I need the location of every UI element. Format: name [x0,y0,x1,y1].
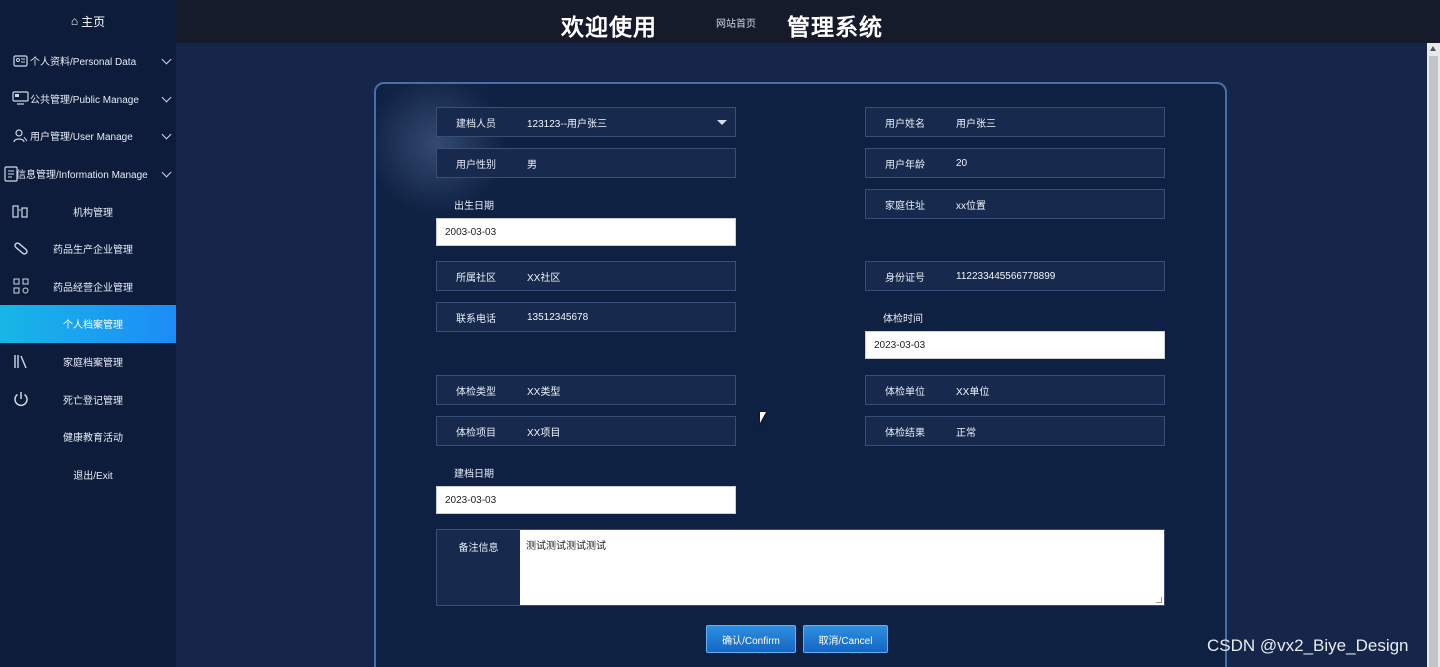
resize-grip-icon[interactable] [1156,597,1162,603]
field-label: 体检项目 [456,427,496,439]
field-value: 112233445566778899 [956,270,1056,282]
sidebar-item-label: 个人档案管理 [63,320,123,332]
confirm-button[interactable]: 确认/Confirm [706,625,796,653]
field-value: 13512345678 [527,311,589,323]
sidebar-item-exit[interactable]: 退出/Exit [0,456,176,494]
field-value: 20 [956,157,968,169]
exam-time-label: 体检时间 [883,314,923,325]
sidebar-item-label: 信息管理/Information Manage [16,170,148,182]
system-title: 管理系统 [787,14,883,40]
birth-date-label: 出生日期 [454,201,494,212]
field-value: 男 [527,159,537,171]
sidebar-item-personal-data[interactable]: 个人资料/Personal Data [0,42,176,80]
filing-date-input[interactable]: 2023-03-03 [436,486,736,514]
id-card-icon [12,52,29,69]
field-label: 所属社区 [456,272,496,284]
notes-field: 备注信息 测试测试测试测试 [436,529,1165,606]
field-value: XX类型 [527,386,561,398]
sidebar-item-health-education[interactable]: 健康教育活动 [0,418,176,456]
sidebar-home[interactable]: ⌂ 主页 [0,0,176,42]
field-label: 建档人员 [456,118,496,130]
sidebar-item-public-manage[interactable]: 公共管理/Public Manage [0,80,176,118]
sidebar-item-information-manage[interactable]: 信息管理/Information Manage [0,155,176,193]
scrollbar[interactable] [1427,43,1440,667]
grid-icon [12,278,29,295]
scrollbar-thumb[interactable] [1429,56,1438,667]
field-value: 正常 [956,427,976,439]
field-value: XX项目 [527,427,561,439]
sidebar-item-label: 健康教育活动 [63,433,123,445]
power-icon [12,391,29,408]
mouse-cursor-icon [760,412,766,423]
id-number-field[interactable]: 身份证号 112233445566778899 [865,261,1165,291]
field-label: 身份证号 [885,272,925,284]
field-value: XX社区 [527,272,561,284]
top-bar: 欢迎使用 网站首页 管理系统 [176,0,1440,43]
cancel-button[interactable]: 取消/Cancel [803,625,888,653]
monitor-icon [12,90,29,107]
field-label: 家庭住址 [885,200,925,212]
field-label: 体检结果 [885,427,925,439]
exam-type-field[interactable]: 体检类型 XX类型 [436,375,736,405]
age-field[interactable]: 用户年龄 20 [865,148,1165,178]
field-value: xx位置 [956,200,986,212]
sidebar: ⌂ 主页 个人资料/Personal Data 公共管理/Public Mana… [0,0,176,667]
field-value: 用户张三 [956,118,996,130]
notes-text: 测试测试测试测试 [526,541,606,552]
gender-field[interactable]: 用户性别 男 [436,148,736,178]
watermark: CSDN @vx2_Biye_Design [1207,636,1409,655]
sidebar-item-personal-archive[interactable]: 个人档案管理 [0,305,176,343]
sidebar-item-death-registration[interactable]: 死亡登记管理 [0,380,176,418]
field-label: 体检类型 [456,386,496,398]
exam-result-field[interactable]: 体检结果 正常 [865,416,1165,446]
notes-label: 备注信息 [437,530,520,605]
field-label: 用户姓名 [885,118,925,130]
sidebar-item-institution[interactable]: 机构管理 [0,192,176,230]
field-value: XX单位 [956,386,990,398]
exam-time-input[interactable]: 2023-03-03 [865,331,1165,359]
field-label: 用户性别 [456,159,496,171]
field-label: 联系电话 [456,313,496,325]
books-icon [12,353,29,370]
birth-date-input[interactable]: 2003-03-03 [436,218,736,246]
building-icon [12,203,29,220]
welcome-title: 欢迎使用 [561,14,657,40]
home-icon: ⌂ [70,14,79,28]
pill-icon [12,240,29,257]
phone-field[interactable]: 联系电话 13512345678 [436,302,736,332]
filing-person-select[interactable]: 建档人员 123123--用户张三 [436,107,736,137]
user-name-field[interactable]: 用户姓名 用户张三 [865,107,1165,137]
filing-date-label: 建档日期 [454,469,494,480]
notes-textarea[interactable]: 测试测试测试测试 [520,530,1164,605]
sidebar-item-drug-production[interactable]: 药品生产企业管理 [0,230,176,268]
field-label: 体检单位 [885,386,925,398]
sidebar-item-label: 退出/Exit [73,470,113,482]
field-value: 123123--用户张三 [527,118,608,130]
document-icon [2,165,19,182]
user-icon [12,127,29,144]
sidebar-item-family-archive[interactable]: 家庭档案管理 [0,343,176,381]
address-field[interactable]: 家庭住址 xx位置 [865,189,1165,219]
exam-item-field[interactable]: 体检项目 XX项目 [436,416,736,446]
exam-unit-field[interactable]: 体检单位 XX单位 [865,375,1165,405]
field-label: 用户年龄 [885,159,925,171]
caret-down-icon [717,119,727,125]
community-field[interactable]: 所属社区 XX社区 [436,261,736,291]
scroll-up-arrow-icon[interactable] [1430,46,1436,51]
site-home-link[interactable]: 网站首页 [716,15,756,30]
sidebar-item-user-manage[interactable]: 用户管理/User Manage [0,117,176,155]
sidebar-home-label: 主页 [81,14,106,29]
sidebar-item-drug-business[interactable]: 药品经营企业管理 [0,268,176,306]
